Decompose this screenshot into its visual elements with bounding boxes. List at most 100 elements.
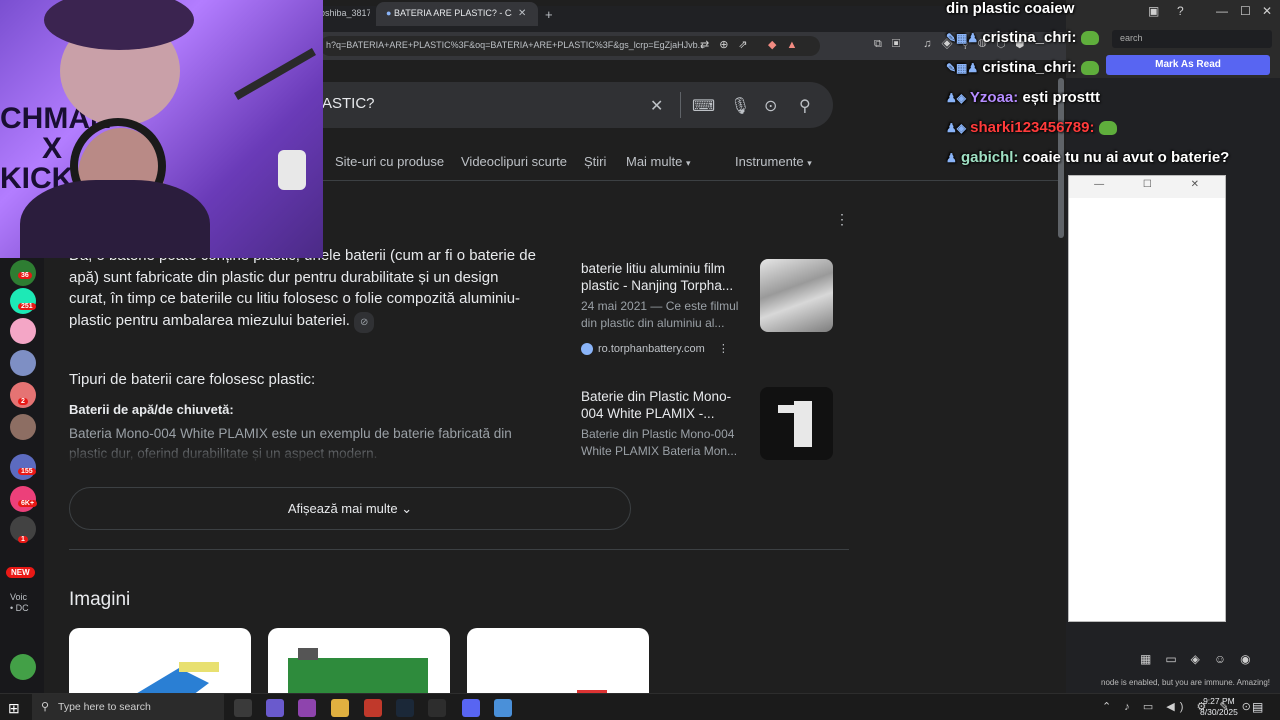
- stream-avatar[interactable]: [10, 414, 36, 440]
- chat-username: sharki123456789:: [970, 119, 1095, 136]
- windows-start-icon[interactable]: ⊞: [8, 700, 20, 717]
- app-icon[interactable]: [266, 699, 284, 717]
- chat-message: ♟◈ Yzoaa: ești prosttt: [946, 89, 1100, 106]
- discord-bottom-icons[interactable]: ▦▭◈☺◉: [1140, 652, 1265, 666]
- source-card-2[interactable]: Baterie din Plastic Mono-004 White PLAMI…: [566, 374, 846, 464]
- chat-username: Yzoaa:: [969, 89, 1019, 106]
- steam-icon[interactable]: [396, 699, 414, 717]
- chat-message: ✎▦♟ cristina_chri:: [946, 59, 1099, 76]
- types-heading: Tipuri de baterii care folosesc plastic:: [69, 371, 316, 388]
- site-favicon-icon: [581, 343, 593, 356]
- chevron-down-icon: ▾: [807, 158, 812, 168]
- image-result-art: [577, 690, 607, 698]
- filter-products[interactable]: Site-uri cu produse: [335, 154, 444, 169]
- chevron-down-icon: ⌄: [401, 501, 413, 516]
- stream-avatar[interactable]: [10, 654, 36, 680]
- show-more-button[interactable]: Afișează mai multe ⌄: [69, 487, 631, 530]
- search-divider: [680, 92, 681, 118]
- notification-icon[interactable]: ▤: [1252, 700, 1263, 714]
- link-icon[interactable]: ⊘: [353, 311, 375, 333]
- image-result-1[interactable]: [69, 628, 251, 698]
- address-bar-icons[interactable]: ⇄⊕⇗: [700, 38, 758, 51]
- clock[interactable]: 9:27 PM 8/30/2025: [1200, 696, 1238, 718]
- image-result-art: [129, 662, 219, 698]
- tab-search-results[interactable]: ● BATERIA ARE PLASTIC? - Căutare: [376, 2, 538, 26]
- microphone-arm: [234, 48, 316, 100]
- clear-search-icon[interactable]: ✕: [650, 96, 663, 116]
- file-explorer-icon[interactable]: [331, 699, 349, 717]
- filter-news[interactable]: Știri: [584, 154, 606, 169]
- chat-badges-icon: ♟◈: [946, 91, 966, 105]
- taskbar-search-input[interactable]: ⚲ Type here to search: [32, 694, 224, 720]
- google-icon: ●: [386, 8, 392, 18]
- more-options-icon[interactable]: ⋮: [718, 343, 729, 355]
- blank-window[interactable]: — ☐ ✕: [1068, 175, 1226, 622]
- chat-text: ești prosttt: [1022, 89, 1100, 106]
- stream-avatar[interactable]: [10, 288, 36, 314]
- stream-avatar[interactable]: [10, 350, 36, 376]
- screen: ▣ ? — ☐ ✕ earch Mark As Read — ☐ ✕ ▦▭◈☺◉…: [0, 0, 1280, 720]
- mark-as-read-button[interactable]: Mark As Read: [1106, 55, 1270, 75]
- webcam-overlay: CHMAN X KICK: [0, 0, 323, 258]
- viewer-count-badge: 251: [18, 303, 36, 310]
- source-snippet: Baterie din Plastic Mono-004 White PLAMI…: [581, 427, 738, 458]
- voice-channel-label[interactable]: Voic • DC: [10, 592, 29, 614]
- app-icon[interactable]: [298, 699, 316, 717]
- app-icon[interactable]: [494, 699, 512, 717]
- faucet-thumbnail[interactable]: [760, 387, 833, 460]
- source-card-1[interactable]: baterie litiu aluminiu film plastic - Na…: [566, 246, 846, 371]
- chat-badges-icon: ♟◈: [946, 121, 966, 135]
- lens-icon[interactable]: ⊙: [764, 96, 777, 116]
- maximize-icon[interactable]: ☐: [1240, 4, 1251, 18]
- app-icon[interactable]: [428, 699, 446, 717]
- viewer-count-badge: 155: [18, 468, 36, 475]
- new-badge: NEW: [6, 567, 35, 578]
- image-result-3[interactable]: [467, 628, 649, 698]
- source-title[interactable]: baterie litiu aluminiu film plastic - Na…: [581, 260, 751, 294]
- sub-heading: Baterii de apă/de chiuvetă:: [69, 402, 234, 417]
- source-thumbnail[interactable]: [760, 259, 833, 332]
- tab-close-icon[interactable]: ✕: [518, 8, 526, 32]
- chat-username: gabichl:: [960, 149, 1019, 166]
- discord-search-input[interactable]: earch: [1112, 30, 1272, 48]
- brave-browser-icon[interactable]: [364, 699, 382, 717]
- task-view-icon[interactable]: [234, 699, 252, 717]
- more-options-icon[interactable]: ⋮: [835, 211, 849, 228]
- blank-window-controls[interactable]: — ☐ ✕: [1069, 176, 1225, 198]
- search-icon[interactable]: ⚲: [799, 96, 811, 116]
- new-tab-button[interactable]: +: [545, 7, 553, 22]
- keyboard-icon[interactable]: ⌨: [692, 96, 715, 116]
- pepe-emote-icon: [1098, 121, 1117, 136]
- filter-tools[interactable]: Instrumente ▾: [735, 154, 812, 169]
- microphone-icon[interactable]: 🎙: [730, 96, 750, 116]
- discord-icon[interactable]: [462, 699, 480, 717]
- voice-channel-sub: • DC: [10, 603, 29, 613]
- stream-sidebar: 36 251 2 155 6K+ 1: [0, 258, 44, 693]
- clock-time: 9:27 PM: [1203, 696, 1235, 706]
- search-icon: ⚲: [41, 701, 50, 713]
- filter-more[interactable]: Mai multe ▾: [626, 154, 691, 169]
- help-icon[interactable]: ?: [1177, 4, 1184, 18]
- taskbar: ⊞ ⚲ Type here to search ⌃ ♪ ▭ ◀) ⚙ ✎ ⊙ 9…: [0, 693, 1280, 720]
- source-title[interactable]: Baterie din Plastic Mono-004 White PLAMI…: [581, 388, 751, 422]
- minimize-icon[interactable]: —: [1216, 4, 1228, 18]
- chat-message: ✎▦♟ cristina_chri:: [946, 29, 1099, 46]
- images-heading: Imagini: [69, 589, 131, 610]
- chat-username: cristina_chri:: [982, 59, 1077, 76]
- brave-shield-icon[interactable]: ◆▲: [768, 38, 807, 51]
- chat-message: ♟◈ sharki123456789:: [946, 119, 1117, 136]
- stream-avatar[interactable]: [10, 454, 36, 480]
- filter-short-videos[interactable]: Videoclipuri scurte: [461, 154, 567, 169]
- chat-message: ♟ gabichl: coaie tu nu ai avut o baterie…: [946, 149, 1229, 166]
- show-more-label: Afișează mai multe: [287, 501, 398, 516]
- voice-channel-title: Voic: [10, 592, 28, 602]
- image-result-2[interactable]: [268, 628, 450, 698]
- tab-label: BATERIA ARE PLASTIC? - Căutare: [393, 8, 512, 18]
- source-site[interactable]: ro.torphanbattery.com ⋮: [581, 342, 729, 356]
- close-icon[interactable]: ✕: [1262, 4, 1272, 18]
- stream-avatar[interactable]: [10, 486, 36, 512]
- stream-avatar[interactable]: [10, 318, 36, 344]
- search-query[interactable]: ASTIC?: [322, 95, 375, 112]
- viewer-count-badge: 6K+: [18, 500, 38, 507]
- discord-screen-icon[interactable]: ▣: [1148, 4, 1159, 18]
